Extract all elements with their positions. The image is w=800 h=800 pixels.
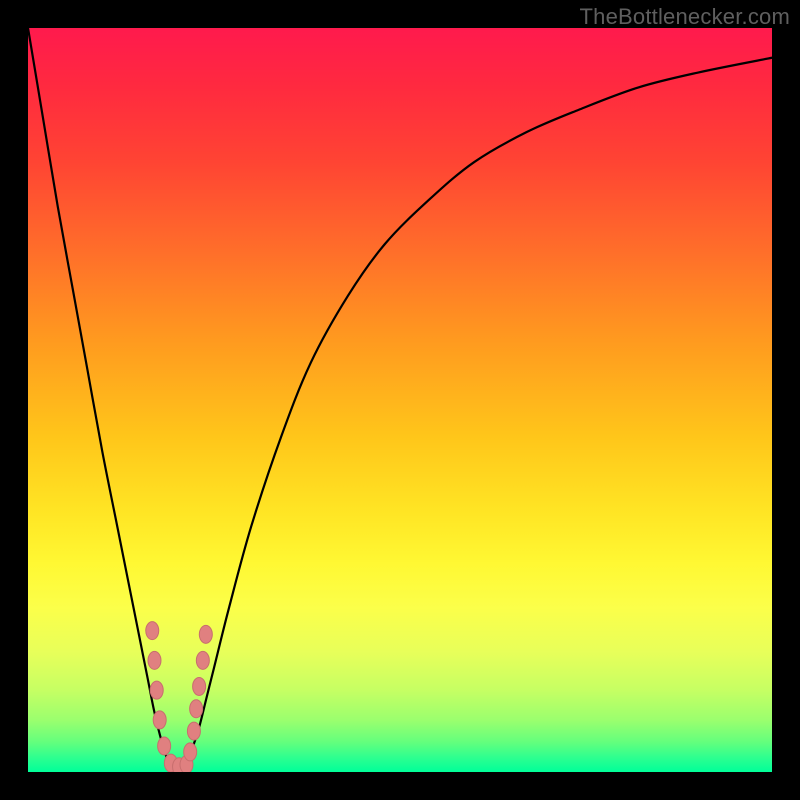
marker-dot — [199, 625, 212, 643]
marker-dot — [158, 737, 171, 755]
chart-svg — [28, 28, 772, 772]
marker-dot — [150, 681, 163, 699]
bottleneck-curve — [28, 28, 772, 772]
marker-dot — [184, 743, 197, 761]
marker-dot — [146, 622, 159, 640]
marker-dot — [153, 711, 166, 729]
marker-dot — [193, 677, 206, 695]
sample-markers — [146, 622, 213, 772]
marker-dot — [196, 651, 209, 669]
watermark-text: TheBottlenecker.com — [580, 4, 790, 30]
marker-dot — [148, 651, 161, 669]
plot-area — [28, 28, 772, 772]
marker-dot — [187, 722, 200, 740]
chart-frame: TheBottlenecker.com — [0, 0, 800, 800]
marker-dot — [190, 700, 203, 718]
